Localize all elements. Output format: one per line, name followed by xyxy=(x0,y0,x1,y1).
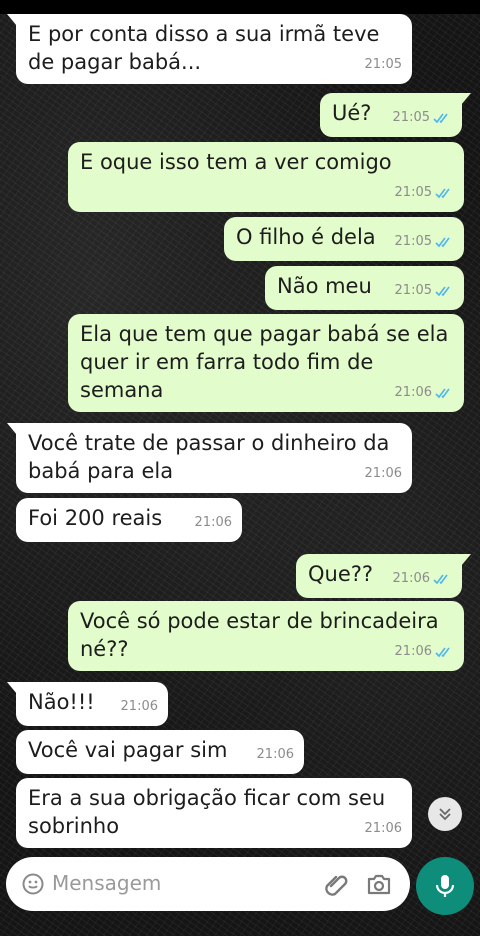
message-text: Ué? xyxy=(332,101,372,125)
message-text: Você trate de passar o dinheiro da babá … xyxy=(28,431,390,483)
message-outgoing[interactable]: E oque isso tem a ver comigo 21:05 xyxy=(68,142,464,212)
message-text: Ela que tem que pagar babá se ela quer i… xyxy=(80,322,449,402)
message-outgoing[interactable]: Ela que tem que pagar babá se ela quer i… xyxy=(68,314,464,412)
camera-icon[interactable] xyxy=(366,871,392,897)
message-text: Você só pode estar de brincadeira né?? xyxy=(80,609,439,661)
mic-button[interactable] xyxy=(416,857,474,915)
attach-icon[interactable] xyxy=(324,872,350,898)
message-time: 21:06 xyxy=(394,385,432,400)
message-outgoing[interactable]: Ué? 21:05 xyxy=(320,93,471,137)
message-time: 21:05 xyxy=(394,185,432,200)
message-outgoing[interactable]: O filho é dela 21:05 xyxy=(224,217,464,261)
mic-icon xyxy=(435,875,455,897)
message-incoming[interactable]: E por conta disso a sua irmã teve de pag… xyxy=(7,14,412,84)
read-ticks-icon xyxy=(435,237,450,248)
message-time: 21:06 xyxy=(256,747,294,762)
message-time: 21:06 xyxy=(394,644,432,659)
message-text: Você vai pagar sim xyxy=(28,738,228,762)
emoji-icon[interactable] xyxy=(22,873,44,895)
message-input[interactable]: Mensagem xyxy=(52,871,161,895)
message-time: 21:05 xyxy=(394,234,432,249)
message-incoming[interactable]: Foi 200 reais 21:06 xyxy=(16,498,242,542)
read-ticks-icon xyxy=(435,286,450,297)
message-time: 21:06 xyxy=(364,466,402,481)
read-ticks-icon xyxy=(435,388,450,399)
read-ticks-icon xyxy=(435,188,450,199)
double-chevron-down-icon xyxy=(439,808,451,821)
message-text: O filho é dela xyxy=(236,225,376,249)
read-ticks-icon xyxy=(435,647,450,658)
message-time: 21:05 xyxy=(394,283,432,298)
message-text: Foi 200 reais xyxy=(28,506,163,530)
message-composer[interactable]: Mensagem xyxy=(6,857,410,911)
message-text: Era a sua obrigação ficar com seu sobrin… xyxy=(28,786,386,838)
message-time: 21:06 xyxy=(194,515,232,530)
message-incoming[interactable]: Era a sua obrigação ficar com seu sobrin… xyxy=(16,778,412,848)
message-time: 21:06 xyxy=(364,821,402,836)
message-incoming[interactable]: Você vai pagar sim 21:06 xyxy=(16,730,304,774)
scroll-to-bottom-button[interactable] xyxy=(428,797,462,831)
message-time: 21:06 xyxy=(120,699,158,714)
read-ticks-icon xyxy=(433,574,448,585)
message-outgoing[interactable]: Você só pode estar de brincadeira né?? 2… xyxy=(68,601,464,671)
message-outgoing[interactable]: Que?? 21:06 xyxy=(296,554,471,598)
status-bar xyxy=(0,0,480,14)
message-time: 21:05 xyxy=(364,57,402,72)
message-time: 21:05 xyxy=(392,110,430,125)
read-ticks-icon xyxy=(433,113,448,124)
message-incoming[interactable]: Você trate de passar o dinheiro da babá … xyxy=(7,423,412,493)
message-text: Não!!! xyxy=(28,690,95,714)
message-text: Não meu xyxy=(277,274,372,298)
message-outgoing[interactable]: Não meu 21:05 xyxy=(265,266,464,310)
message-incoming[interactable]: Não!!! 21:06 xyxy=(7,682,168,726)
message-text: Que?? xyxy=(308,562,374,586)
message-text: E oque isso tem a ver comigo xyxy=(80,150,392,174)
message-time: 21:06 xyxy=(392,571,430,586)
message-text: E por conta disso a sua irmã teve de pag… xyxy=(28,22,380,74)
